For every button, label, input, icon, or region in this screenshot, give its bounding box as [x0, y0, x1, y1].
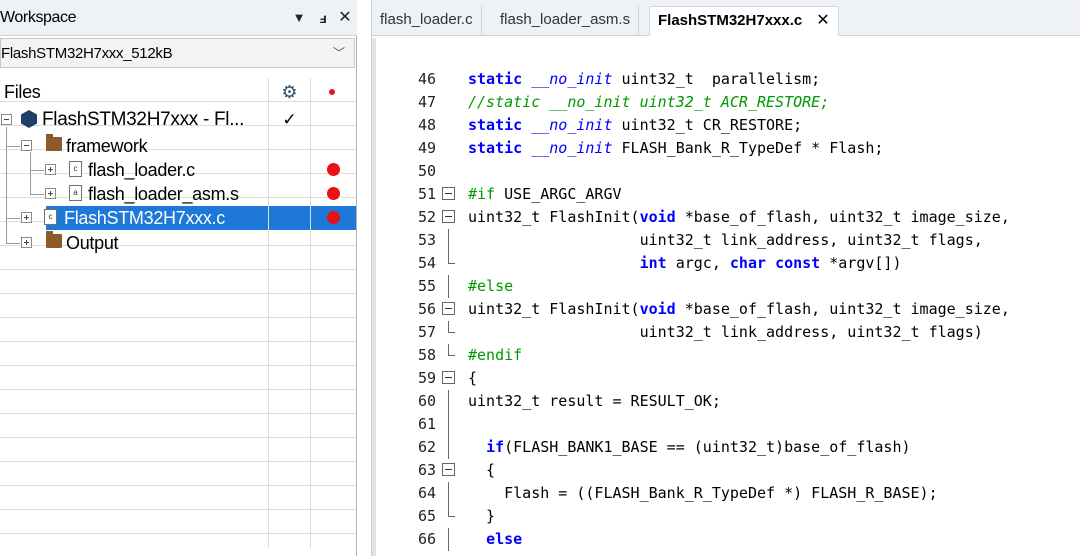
tab-flash-loader-c[interactable]: flash_loader.c	[372, 6, 482, 36]
code-line: 64 Flash = ((FLASH_Bank_R_TypeDef *) FLA…	[372, 482, 1080, 505]
code-line: 54 int argc, char const *argv[])	[372, 252, 1080, 275]
breakpoint-dot-icon	[327, 187, 340, 200]
tab-label: flash_loader.c	[380, 11, 473, 28]
chevron-down-icon[interactable]: ﹀	[328, 41, 350, 65]
tree-item-label: Output	[66, 233, 119, 253]
line-number: 62	[417, 438, 436, 456]
folder-icon	[46, 231, 62, 248]
asm-file-icon: a	[69, 185, 82, 201]
tab-label: FlashSTM32H7xxx.c	[658, 12, 803, 29]
files-column-header: Files ⚙	[0, 80, 356, 104]
code-line: 62 if(FLASH_BANK1_BASE == (uint32_t)base…	[372, 436, 1080, 459]
tree-item-label: flash_loader.c	[88, 160, 195, 180]
code-line: 55 #else	[372, 275, 1080, 298]
tree-item-label: framework	[66, 136, 148, 156]
line-number: 55	[417, 277, 436, 295]
configuration-value: FlashSTM32H7xxx_512kB	[1, 45, 173, 62]
expand-icon[interactable]	[21, 237, 32, 248]
line-number: 64	[417, 484, 436, 502]
pin-icon[interactable]: ⅎ	[312, 6, 334, 30]
line-number: 46	[417, 70, 436, 88]
line-number: 50	[417, 162, 436, 180]
tab-flash-loader-asm-s[interactable]: flash_loader_asm.s	[492, 6, 640, 36]
code-line: 58 #endif	[372, 344, 1080, 367]
line-number: 51	[417, 185, 436, 203]
tree-item-label: FlashSTM32H7xxx - Fl...	[42, 109, 245, 130]
fold-toggle-icon[interactable]	[442, 371, 456, 385]
code-line: 48 static __no_init uint32_t CR_RESTORE;	[372, 114, 1080, 137]
line-number: 58	[417, 346, 436, 364]
line-number: 65	[417, 507, 436, 525]
dropdown-arrow-icon[interactable]: ▼	[288, 6, 310, 30]
tree-item-flash-loader-c[interactable]: c flash_loader.c	[0, 158, 356, 182]
code-line: 56 uint32_t FlashInit(void *base_of_flas…	[372, 298, 1080, 321]
close-icon[interactable]: ✕	[334, 6, 356, 30]
expand-icon[interactable]	[21, 212, 32, 223]
code-editor: flash_loader.c flash_loader_asm.s FlashS…	[371, 0, 1080, 556]
fold-toggle-icon[interactable]	[442, 463, 456, 477]
line-number: 47	[417, 93, 436, 111]
fold-toggle-icon[interactable]	[442, 302, 456, 316]
tree-item-flash-loader-asm[interactable]: a flash_loader_asm.s	[0, 182, 356, 206]
c-file-icon: c	[44, 209, 57, 225]
line-number: 48	[417, 116, 436, 134]
folder-icon	[46, 134, 62, 151]
breakpoint-dot-icon	[327, 211, 340, 224]
line-number: 61	[417, 415, 436, 433]
fold-toggle-icon[interactable]	[442, 187, 456, 201]
expand-icon[interactable]	[45, 188, 56, 199]
code-line: 65 }	[372, 505, 1080, 528]
code-line: 49 static __no_init FLASH_Bank_R_TypeDef…	[372, 137, 1080, 160]
code-line: 57 uint32_t link_address, uint32_t flags…	[372, 321, 1080, 344]
code-line: 63 {	[372, 459, 1080, 482]
workspace-title: Workspace	[0, 9, 77, 26]
tree-item-label: FlashSTM32H7xxx.c	[64, 208, 225, 228]
line-number: 56	[417, 300, 436, 318]
code-line: 46 static __no_init uint32_t parallelism…	[372, 68, 1080, 91]
line-number: 49	[417, 139, 436, 157]
collapse-icon[interactable]	[1, 114, 12, 125]
collapse-icon[interactable]	[21, 140, 32, 151]
gear-icon[interactable]: ⚙	[269, 80, 310, 104]
line-number: 54	[417, 254, 436, 272]
workspace-header: Workspace ▼ ⅎ ✕	[0, 0, 357, 36]
line-number: 60	[417, 392, 436, 410]
tree-item-framework[interactable]: framework	[0, 134, 356, 158]
line-number: 52	[417, 208, 436, 226]
workspace-panel: Workspace ▼ ⅎ ✕ FlashSTM32H7xxx_512kB ﹀	[0, 0, 357, 556]
checkmark-icon: ✓	[282, 110, 297, 129]
dot-icon	[329, 89, 335, 95]
code-line: 53 uint32_t link_address, uint32_t flags…	[372, 229, 1080, 252]
close-icon[interactable]: ✕	[816, 12, 829, 29]
fold-toggle-icon[interactable]	[442, 210, 456, 224]
tree-item-output[interactable]: Output	[0, 231, 356, 255]
tree-item-label: flash_loader_asm.s	[88, 184, 239, 204]
tab-flashstm32h7xxx-c[interactable]: FlashSTM32H7xxx.c ✕	[649, 6, 839, 36]
code-line: 61	[372, 413, 1080, 436]
line-number: 53	[417, 231, 436, 249]
tree-item-project[interactable]: FlashSTM32H7xxx - Fl... ✓	[0, 108, 356, 132]
code-area[interactable]: 46 static __no_init uint32_t parallelism…	[372, 60, 1080, 556]
line-number: 57	[417, 323, 436, 341]
code-line: 52 uint32_t FlashInit(void *base_of_flas…	[372, 206, 1080, 229]
editor-tab-bar: flash_loader.c flash_loader_asm.s FlashS…	[372, 0, 1080, 36]
line-number: 63	[417, 461, 436, 479]
code-line: 60 uint32_t result = RESULT_OK;	[372, 390, 1080, 413]
line-number: 66	[417, 530, 436, 548]
configuration-select[interactable]: FlashSTM32H7xxx_512kB ﹀	[0, 38, 355, 68]
project-cube-icon	[21, 110, 37, 128]
breakpoint-column-header	[311, 80, 356, 104]
tree-item-flashstm32h7xxx-c[interactable]: c FlashSTM32H7xxx.c	[0, 206, 356, 230]
code-line: 51 #if USE_ARGC_ARGV	[372, 183, 1080, 206]
c-file-icon: c	[69, 161, 82, 177]
breakpoint-dot-icon	[327, 163, 340, 176]
code-line: 66 else	[372, 528, 1080, 551]
tab-label: flash_loader_asm.s	[500, 11, 631, 28]
expand-icon[interactable]	[45, 164, 56, 175]
code-line: 59 {	[372, 367, 1080, 390]
line-number: 59	[417, 369, 436, 387]
files-header-label: Files	[4, 82, 41, 102]
code-line: 50	[372, 160, 1080, 183]
code-line: 47 //static __no_init uint32_t ACR_RESTO…	[372, 91, 1080, 114]
